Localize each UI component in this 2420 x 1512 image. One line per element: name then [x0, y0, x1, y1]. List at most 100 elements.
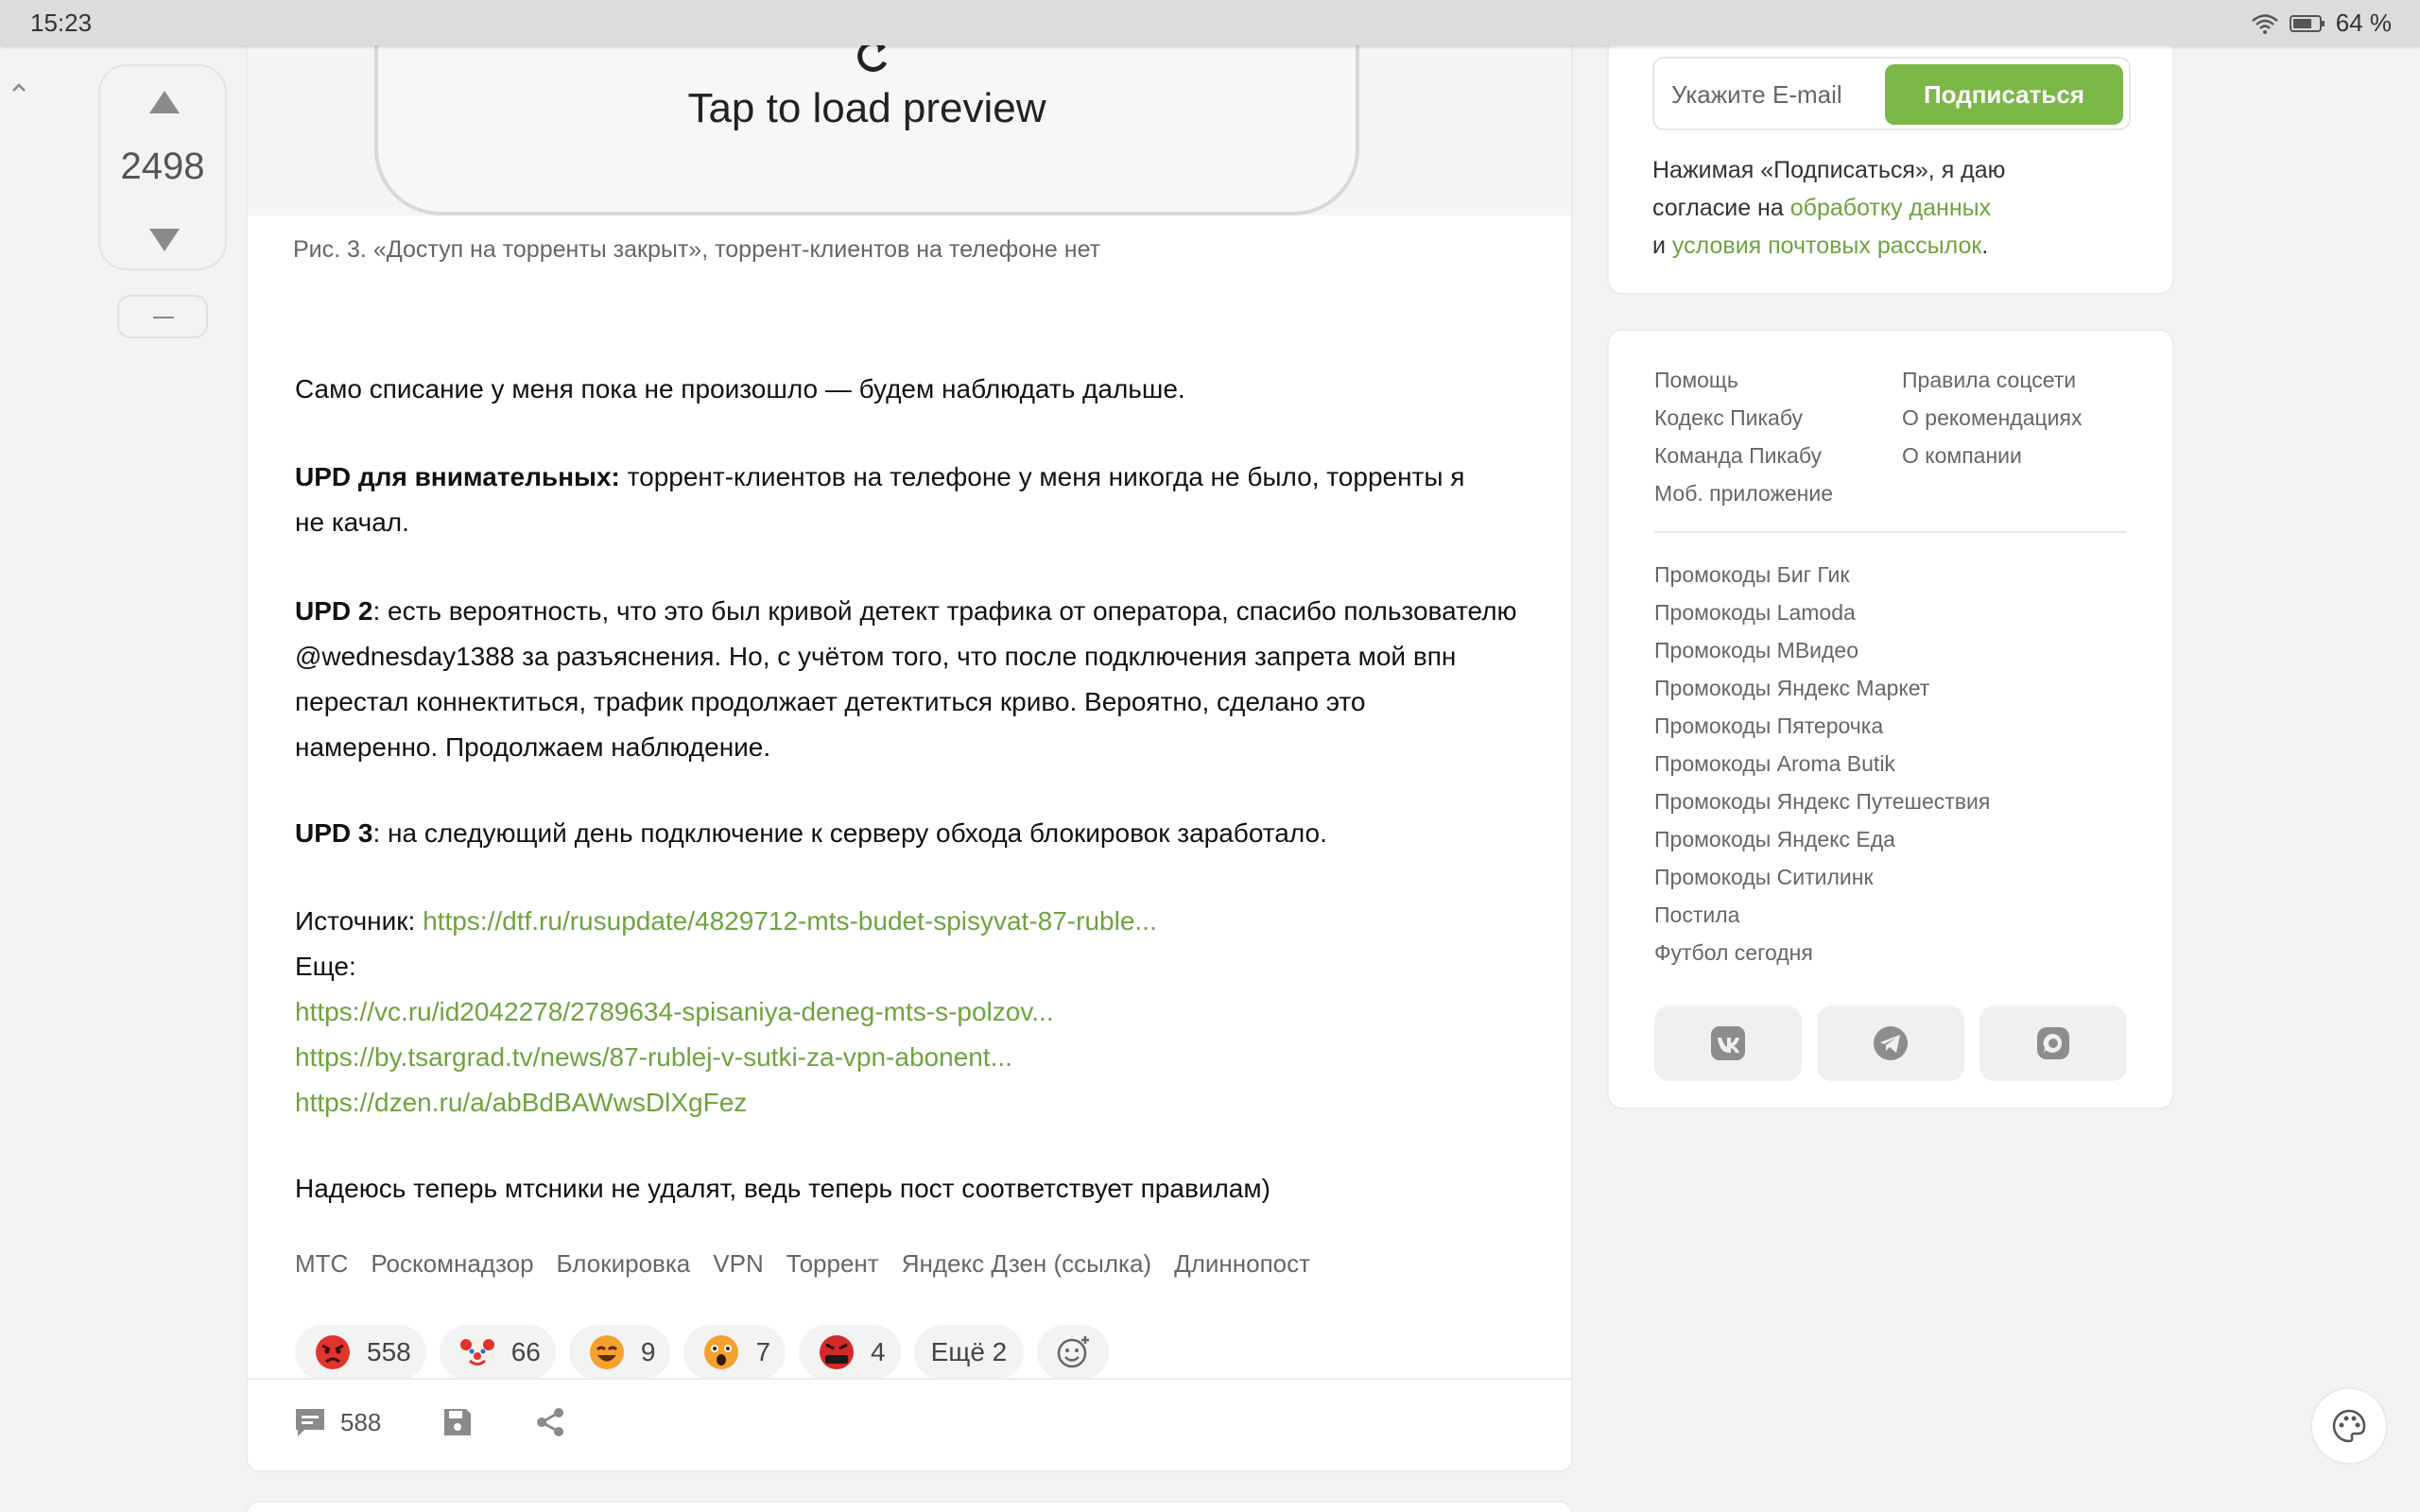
comments-count: 588: [340, 1407, 382, 1436]
footer-link[interactable]: Моб. приложение: [1654, 474, 1833, 512]
promo-link[interactable]: Промокоды Пятерочка: [1654, 707, 1990, 745]
email-form: Подписаться: [1652, 57, 2131, 130]
reaction-angry[interactable]: 558: [295, 1325, 426, 1380]
collapse-arrow-icon[interactable]: [8, 77, 30, 100]
reaction-count: 4: [871, 1337, 886, 1366]
figure-caption: Рис. 3. «Доступ на торренты закрыт», тор…: [293, 236, 1101, 263]
consent-end: .: [1981, 232, 1989, 259]
upd2-paragraph: UPD 2: есть вероятность, что это был кри…: [295, 589, 1543, 770]
subscribe-button[interactable]: Подписаться: [1885, 64, 2123, 125]
vk-button[interactable]: [1654, 1005, 1802, 1081]
consent-mid: согласие на: [1652, 195, 1790, 221]
sources-block: Источник: https://dtf.ru/rusupdate/48297…: [295, 899, 1543, 1125]
more-label: Еще:: [295, 952, 356, 981]
footer-links-col-1: Помощь Кодекс Пикабу Команда Пикабу Моб.…: [1654, 361, 1833, 512]
reaction-clown[interactable]: 66: [439, 1325, 556, 1380]
social-links: [1654, 1005, 2127, 1081]
preview-label: Tap to load preview: [687, 85, 1046, 131]
footer-link[interactable]: О рекомендациях: [1902, 399, 2082, 437]
angry-face-icon: [316, 1335, 350, 1369]
promo-link[interactable]: Промокоды МВидео: [1654, 631, 1990, 669]
tag[interactable]: Длиннопост: [1174, 1249, 1310, 1279]
tag[interactable]: VPN: [713, 1249, 763, 1279]
downvote-arrow-icon[interactable]: [147, 225, 182, 253]
upd2-line-2: @wednesday1388 за разъяснения. Но, с учё…: [295, 642, 1457, 671]
status-icons: 64 %: [2251, 9, 2392, 38]
comments-button[interactable]: 588: [293, 1406, 381, 1438]
tag[interactable]: Торрент: [786, 1249, 879, 1279]
reaction-cursing[interactable]: 4: [799, 1325, 901, 1380]
divider: [1654, 531, 2127, 533]
promo-link[interactable]: Промокоды Ситилинк: [1654, 858, 1990, 896]
upd2-line-1: : есть вероятность, что это был кривой д…: [372, 596, 1517, 626]
reactions-bar: 558 66 9 7 4 Ещё 2: [295, 1325, 1110, 1380]
tag[interactable]: Блокировка: [557, 1249, 691, 1279]
save-button[interactable]: [441, 1406, 474, 1438]
upd2-label: UPD 2: [295, 596, 373, 626]
theme-button[interactable]: [2310, 1387, 2388, 1465]
data-processing-link[interactable]: обработку данных: [1790, 195, 1991, 221]
telegram-button[interactable]: [1817, 1005, 1964, 1081]
tag-list: МТС Роскомнадзор Блокировка VPN Торрент …: [295, 1249, 1310, 1279]
promo-link[interactable]: Промокоды Биг Гик: [1654, 556, 1990, 593]
divider: [248, 1378, 1571, 1380]
footer-link[interactable]: Помощь: [1654, 361, 1833, 399]
more-link-2[interactable]: https://by.tsargrad.tv/news/87-rublej-v-…: [295, 1035, 1543, 1080]
preview-frame[interactable]: Tap to load preview: [374, 26, 1359, 215]
footer-link[interactable]: О компании: [1902, 437, 2082, 474]
reaction-count: 66: [510, 1337, 541, 1366]
consent-and: и: [1652, 232, 1672, 259]
more-reactions-label: Ещё 2: [930, 1337, 1008, 1366]
cursing-face-icon: [820, 1335, 855, 1369]
upd1-label: UPD для внимательных:: [295, 462, 620, 491]
footer-links-card: Помощь Кодекс Пикабу Команда Пикабу Моб.…: [1607, 329, 2174, 1109]
shocked-face-icon: [704, 1335, 739, 1369]
laughing-face-icon: [589, 1335, 624, 1369]
more-link-3[interactable]: https://dzen.ru/a/abBdBAWwsDlXgFez: [295, 1080, 1543, 1125]
battery-percent: 64 %: [2335, 9, 2392, 37]
email-input[interactable]: [1671, 76, 1879, 113]
more-reactions-button[interactable]: Ещё 2: [913, 1325, 1025, 1380]
footer-link[interactable]: Кодекс Пикабу: [1654, 399, 1833, 437]
upvote-arrow-icon[interactable]: [147, 89, 182, 117]
footer-links-col-2: Правила соцсети О рекомендациях О компан…: [1902, 361, 2082, 474]
source-link[interactable]: https://dtf.ru/rusupdate/4829712-mts-bud…: [423, 906, 1157, 936]
promo-link[interactable]: Постила: [1654, 896, 1990, 934]
preview-area: Tap to load preview: [248, 26, 1571, 215]
upd1-text: торрент-клиентов на телефоне у меня нико…: [619, 462, 1465, 491]
consent-text: Нажимая «Подписаться», я даю согласие на…: [1652, 151, 2144, 265]
promo-link[interactable]: Промокоды Aroma Butik: [1654, 745, 1990, 782]
status-bar: 15:23 64 %: [0, 0, 2420, 45]
footer-link[interactable]: Правила соцсети: [1902, 361, 2082, 399]
upd1-text-2: не качал.: [295, 507, 409, 537]
next-post-card: [246, 1501, 1573, 1512]
collapse-post-button[interactable]: [117, 295, 208, 338]
tag[interactable]: Яндекс Дзен (ссылка): [902, 1249, 1151, 1279]
reaction-count: 7: [755, 1337, 771, 1366]
promo-link[interactable]: Промокоды Lamoda: [1654, 593, 1990, 631]
tag[interactable]: МТС: [295, 1249, 348, 1279]
add-reaction-button[interactable]: [1037, 1325, 1110, 1380]
promo-link[interactable]: Промокоды Яндекс Еда: [1654, 820, 1990, 858]
comment-icon: [296, 1409, 324, 1436]
add-emoji-icon: [1058, 1336, 1090, 1368]
promo-link[interactable]: Футбол сегодня: [1654, 934, 1990, 971]
more-link-1[interactable]: https://vc.ru/id2042278/2789634-spisaniy…: [295, 989, 1543, 1035]
mailing-terms-link[interactable]: условия почтовых рассылок: [1672, 232, 1981, 259]
upd2-line-4: намеренно. Продолжаем наблюдение.: [295, 732, 771, 762]
tag[interactable]: Роскомнадзор: [371, 1249, 533, 1279]
promo-link[interactable]: Промокоды Яндекс Путешествия: [1654, 782, 1990, 820]
promo-link[interactable]: Промокоды Яндекс Маркет: [1654, 669, 1990, 707]
upd2-line-3: перестал коннектиться, трафик продолжает…: [295, 687, 1366, 716]
upd3-label: UPD 3: [295, 818, 373, 848]
promo-links: Промокоды Биг Гик Промокоды Lamoda Промо…: [1654, 556, 1990, 971]
chat-icon: [2037, 1027, 2069, 1059]
save-icon: [444, 1409, 472, 1435]
battery-icon: [2289, 12, 2326, 35]
reaction-shocked[interactable]: 7: [683, 1325, 786, 1380]
footer-link[interactable]: Команда Пикабу: [1654, 437, 1833, 474]
share-button[interactable]: [534, 1406, 566, 1438]
reaction-laughing[interactable]: 9: [568, 1325, 671, 1380]
reaction-count: 558: [367, 1337, 411, 1366]
chat-button[interactable]: [1979, 1005, 2127, 1081]
